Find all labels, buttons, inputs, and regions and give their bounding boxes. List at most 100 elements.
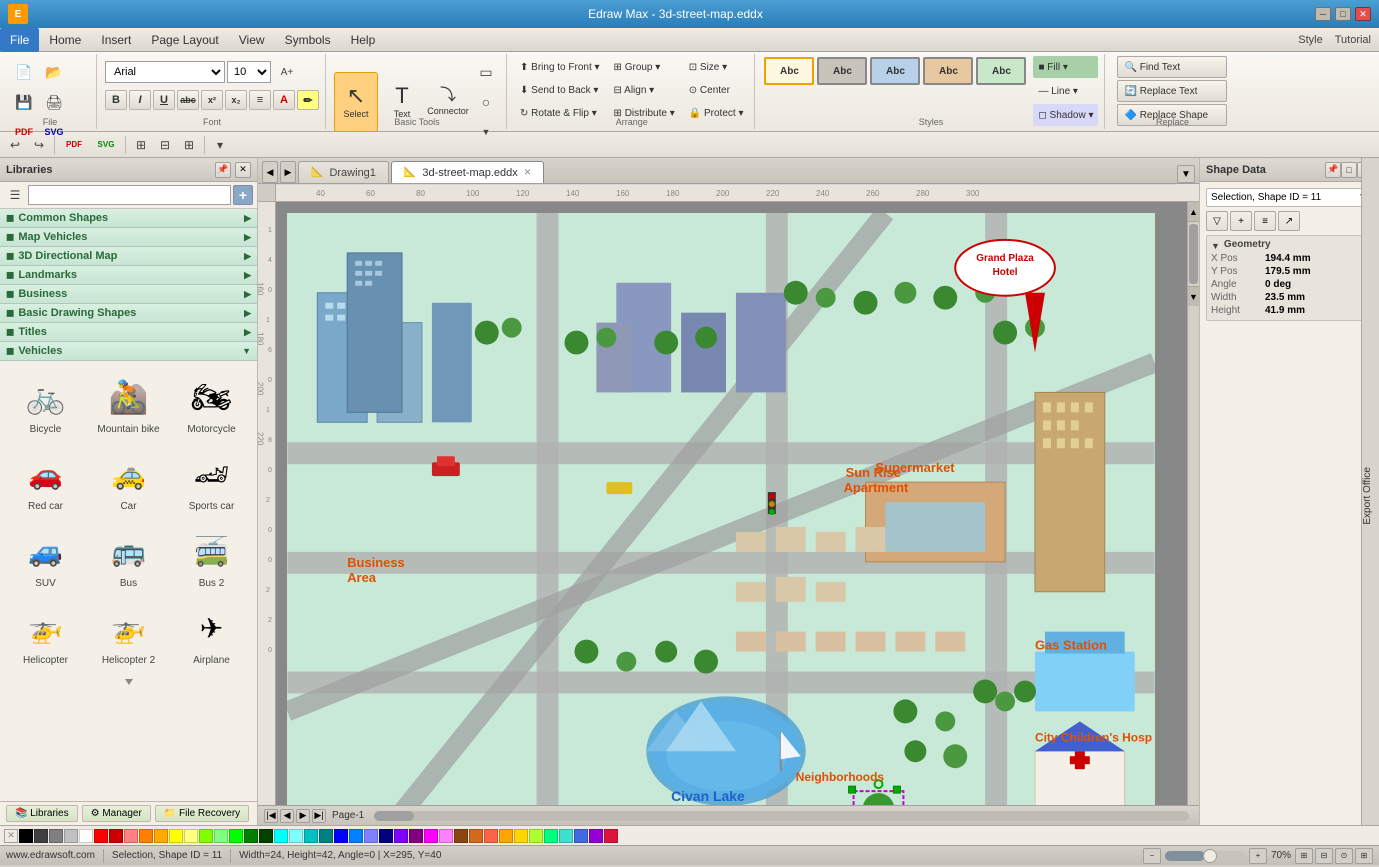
color-green1[interactable] (229, 829, 243, 843)
color-purple1[interactable] (394, 829, 408, 843)
font-increase-button[interactable]: A+ (273, 58, 301, 86)
underline-button[interactable]: U (153, 90, 175, 110)
shape-bicycle[interactable]: 🚲 Bicycle (6, 367, 85, 440)
line-button[interactable]: — Line ▾ (1033, 80, 1098, 102)
zoom-out-button[interactable]: − (1143, 848, 1161, 864)
color-red3[interactable] (124, 829, 138, 843)
page-scrollbar[interactable] (374, 811, 1189, 821)
replace-text-button[interactable]: 🔄 Replace Text (1117, 80, 1227, 102)
size-button[interactable]: ⊡ Size ▾ (684, 56, 749, 78)
color-blue2[interactable] (349, 829, 363, 843)
menu-symbols[interactable]: Symbols (275, 28, 341, 52)
shape-bus[interactable]: 🚌 Bus (89, 521, 168, 594)
color-yellow2[interactable] (184, 829, 198, 843)
color-red2[interactable] (109, 829, 123, 843)
color-cyan2[interactable] (319, 829, 333, 843)
style-box-1[interactable]: Abc (764, 57, 814, 85)
shape-sports-car[interactable]: 🏎 Sports car (172, 444, 251, 517)
zoom-slider-thumb[interactable] (1203, 849, 1217, 863)
table-button[interactable]: ⊞ (130, 135, 152, 155)
shape-airplane[interactable]: ✈ Airplane (172, 598, 251, 671)
tab-panel-dropdown[interactable]: ▼ (1177, 165, 1195, 183)
zoom-slider[interactable] (1165, 851, 1245, 861)
menu-file[interactable]: File (0, 28, 39, 52)
color-chartreuse[interactable] (529, 829, 543, 843)
category-common-shapes[interactable]: ◼ Common Shapes ▶ (0, 209, 257, 228)
zoom-in-button[interactable]: + (1249, 848, 1267, 864)
menu-home[interactable]: Home (39, 28, 91, 52)
color-orange3[interactable] (499, 829, 513, 843)
color-blue3[interactable] (364, 829, 378, 843)
align-button[interactable]: ⊟ Align ▾ (609, 79, 680, 101)
shape-panel-expand[interactable]: □ (1341, 162, 1357, 178)
shape-red-car[interactable]: 🚗 Red car (6, 444, 85, 517)
style-box-2[interactable]: Abc (817, 57, 867, 85)
color-green2[interactable] (244, 829, 258, 843)
menu-insert[interactable]: Insert (91, 28, 141, 52)
libraries-close-button[interactable]: ✕ (235, 162, 251, 178)
category-map-vehicles[interactable]: ◼ Map Vehicles ▶ (0, 228, 257, 247)
center-button[interactable]: ⊙ Center (684, 79, 749, 101)
customize-button[interactable]: ▾ (209, 135, 231, 155)
sp-export-button[interactable]: ↗ (1278, 211, 1300, 231)
scroll-up-button[interactable]: ▲ (1188, 202, 1199, 222)
tab-drawing1[interactable]: 📐 Drawing1 (298, 161, 389, 183)
color-brown2[interactable] (469, 829, 483, 843)
sp-add-button[interactable]: + (1230, 211, 1252, 231)
category-titles[interactable]: ◼ Titles ▶ (0, 323, 257, 342)
tutorial-link[interactable]: Tutorial (1335, 34, 1371, 46)
font-color-button[interactable]: A (273, 90, 295, 110)
style-link[interactable]: Style (1298, 34, 1322, 46)
color-crimson[interactable] (604, 829, 618, 843)
page-prev-button[interactable]: ◀ (280, 809, 294, 823)
view-mode-button4[interactable]: ⊞ (1355, 848, 1373, 864)
color-darkgray[interactable] (34, 829, 48, 843)
new-button[interactable]: 📄 (10, 58, 38, 86)
view-mode-button1[interactable]: ⊞ (1295, 848, 1313, 864)
color-orange2[interactable] (154, 829, 168, 843)
menu-view[interactable]: View (229, 28, 275, 52)
export-office-panel[interactable]: Export Office (1361, 158, 1379, 825)
rectangle-tool[interactable]: ▭ (472, 58, 500, 86)
color-brown1[interactable] (454, 829, 468, 843)
shape-suv[interactable]: 🚙 SUV (6, 521, 85, 594)
restore-button[interactable]: □ (1335, 7, 1351, 21)
tab-next-button[interactable]: ▶ (280, 161, 296, 183)
color-magenta2[interactable] (439, 829, 453, 843)
category-landmarks[interactable]: ◼ Landmarks ▶ (0, 266, 257, 285)
tab-prev-button[interactable]: ◀ (262, 161, 278, 183)
color-navy1[interactable] (379, 829, 393, 843)
shape-car[interactable]: 🚕 Car (89, 444, 168, 517)
color-teal1[interactable] (274, 829, 288, 843)
color-black[interactable] (19, 829, 33, 843)
style-box-4[interactable]: Abc (923, 57, 973, 85)
export-office-label[interactable]: Export Office (1362, 467, 1373, 525)
view-mode-button3[interactable]: ⊙ (1335, 848, 1353, 864)
menu-page-layout[interactable]: Page Layout (141, 28, 228, 52)
close-button[interactable]: ✕ (1355, 7, 1371, 21)
sp-list-button[interactable]: ≡ (1254, 211, 1276, 231)
library-search-input[interactable] (28, 185, 231, 205)
font-name-select[interactable]: Arial (105, 61, 225, 83)
canvas-scroll-area[interactable]: Grand Plaza Hotel Sun Rise Apartment Bus… (276, 202, 1187, 805)
color-red1[interactable] (94, 829, 108, 843)
category-basic-drawing[interactable]: ◼ Basic Drawing Shapes ▶ (0, 304, 257, 323)
shape-bus2[interactable]: 🚎 Bus 2 (172, 521, 251, 594)
page-first-button[interactable]: |◀ (264, 809, 278, 823)
scroll-down-button[interactable]: ▼ (1188, 286, 1199, 306)
highlight-button[interactable]: ✏ (297, 90, 319, 110)
category-business[interactable]: ◼ Business ▶ (0, 285, 257, 304)
group-button[interactable]: ⊞ Group ▾ (609, 56, 680, 78)
color-lime2[interactable] (214, 829, 228, 843)
no-color-swatch[interactable]: ✕ (4, 829, 18, 843)
color-cyan1[interactable] (304, 829, 318, 843)
shape-motorcycle[interactable]: 🏍 Motorcycle (172, 367, 251, 440)
add-library-button[interactable]: + (233, 185, 253, 205)
fill-button[interactable]: ■ Fill ▾ (1033, 56, 1098, 78)
bring-to-front-button[interactable]: ⬆ Bring to Front ▾ (515, 56, 605, 78)
sp-filter-button[interactable]: ▽ (1206, 211, 1228, 231)
color-lightgray[interactable] (64, 829, 78, 843)
color-magenta1[interactable] (424, 829, 438, 843)
superscript-button[interactable]: x² (201, 90, 223, 110)
tab-close-button[interactable]: ✕ (524, 167, 532, 178)
